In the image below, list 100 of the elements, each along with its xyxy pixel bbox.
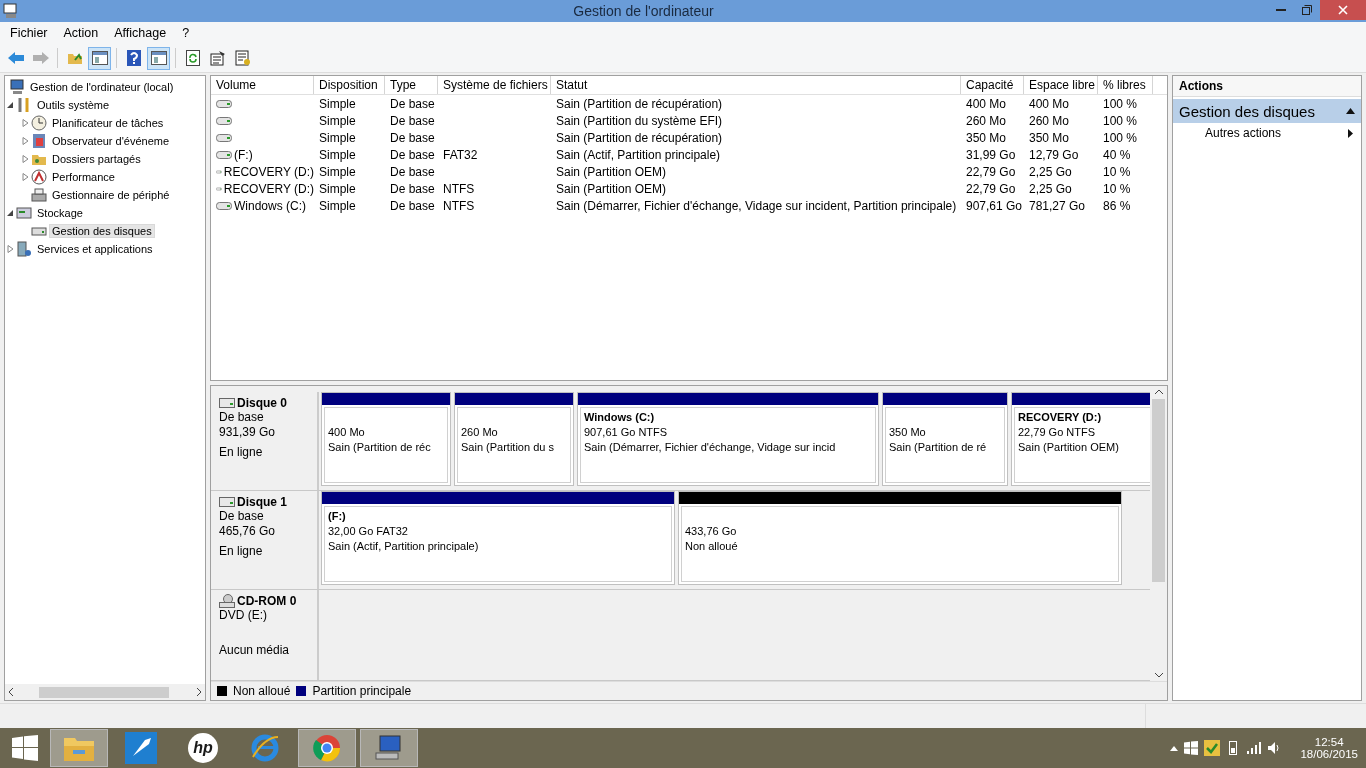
column-header[interactable]: Capacité [961, 76, 1024, 94]
partition-block[interactable]: 433,76 Go Non alloué [678, 491, 1122, 585]
drive-icon [219, 497, 235, 507]
menu-item[interactable]: Action [55, 24, 107, 42]
disk-status: En ligne [219, 445, 264, 460]
tree-item[interactable]: Stockage [34, 206, 86, 220]
partition-block[interactable]: 260 Mo Sain (Partition du s [454, 392, 574, 486]
partition-block[interactable]: 350 Mo Sain (Partition de ré [882, 392, 1008, 486]
table-cell: De base [390, 113, 435, 128]
menu-item[interactable]: ? [174, 24, 198, 42]
scrollbar-thumb[interactable] [39, 686, 169, 698]
toolbar-button[interactable] [147, 46, 170, 70]
tree-item[interactable]: Gestion des disques [49, 224, 155, 238]
horizontal-scrollbar[interactable] [5, 684, 205, 700]
computer-icon [3, 3, 19, 19]
tree-item[interactable]: Performance [49, 170, 118, 184]
table-cell: 22,79 Go [966, 181, 1016, 196]
toolbar-button[interactable] [88, 46, 111, 70]
clock[interactable]: 12:54 18/06/2015 [1300, 736, 1358, 760]
table-cell: NTFS [443, 198, 475, 213]
scrollbar-thumb[interactable] [1152, 399, 1165, 582]
folder-icon [66, 51, 83, 65]
partition-block[interactable]: RECOVERY (D:) 22,79 Go NTFS Sain (Partition OEM) [1011, 392, 1150, 486]
windows-icon[interactable] [1184, 741, 1199, 755]
expanded-arrow-icon[interactable] [7, 101, 14, 109]
table-cell: 100 % [1103, 96, 1138, 111]
collapsed-arrow-icon[interactable] [22, 137, 29, 145]
collapsed-arrow-icon[interactable] [22, 155, 29, 163]
table-cell: Simple [319, 130, 356, 145]
tree-item[interactable]: Outils système [34, 98, 113, 112]
disk-info: 931,39 Go [219, 425, 277, 440]
clock-icon [31, 115, 47, 131]
table-cell: Sain (Partition de récupération) [556, 96, 723, 111]
actions-section[interactable]: Gestion des disques [1173, 99, 1361, 123]
legend-swatch [217, 686, 227, 696]
legend-label: Non alloué [233, 684, 291, 698]
table-cell: 781,27 Go [1029, 198, 1086, 213]
tree-item[interactable]: Dossiers partagés [49, 152, 144, 166]
partition-status: Non alloué [685, 540, 739, 554]
taskbar-app[interactable] [298, 729, 356, 767]
back-arrow-icon [6, 51, 25, 65]
partition-block[interactable]: (F:) 32,00 Go FAT32 Sain (Actif, Partition principale) [321, 491, 675, 585]
scroll-down-icon[interactable] [1154, 672, 1163, 678]
table-cell: Sain (Actif, Partition principale) [556, 147, 721, 162]
shield-icon[interactable] [1204, 740, 1221, 756]
tree-item[interactable]: Services et applications [34, 242, 156, 256]
storage-icon [16, 205, 32, 221]
menu-item[interactable]: Affichage [106, 24, 175, 42]
menu-item[interactable]: Fichier [2, 24, 56, 42]
partition-status: Sain (Partition de réc [328, 441, 432, 455]
properties-icon [209, 50, 226, 66]
table-row[interactable]: Simple De base Sain (Partition de récupération) 400 Mo 400 Mo 100 % [211, 95, 1167, 112]
scroll-up-icon[interactable] [1154, 389, 1163, 395]
computer-icon [9, 79, 25, 95]
partition-block[interactable]: 400 Mo Sain (Partition de réc [321, 392, 451, 486]
drive-icon [216, 167, 222, 176]
column-header[interactable]: Volume [211, 76, 314, 94]
partition-size: 22,79 Go NTFS [1018, 426, 1097, 440]
printer-icon [31, 187, 47, 203]
table-row[interactable]: Windows (C:) Simple De base NTFS Sain (Démarrer, Fichier d'échange, Vidage sur incident, Partition principale) 907,61 Go 781,27 Go 86 % [211, 197, 1167, 214]
table-cell: 10 % [1103, 181, 1131, 196]
table-cell: 350 Mo [966, 130, 1007, 145]
action-item[interactable]: Autres actions [1173, 123, 1361, 143]
collapsed-arrow-icon[interactable] [22, 173, 29, 181]
export-list-icon [234, 50, 251, 66]
drive-icon [216, 184, 222, 193]
taskbar-app[interactable] [360, 729, 418, 767]
table-cell: 260 Mo [966, 113, 1007, 128]
tree-item[interactable]: Planificateur de tâches [49, 116, 167, 130]
column-header[interactable]: Type [385, 76, 438, 94]
column-header[interactable]: Statut [551, 76, 961, 94]
tools-icon [16, 97, 32, 113]
browser-ring-icon [313, 734, 341, 762]
collapsed-arrow-icon[interactable] [22, 119, 29, 127]
scroll-right-icon[interactable] [196, 688, 202, 696]
partition-size: 400 Mo [328, 426, 366, 440]
tree-item[interactable]: Gestion de l'ordinateur (local) [27, 80, 177, 94]
expanded-arrow-icon[interactable] [7, 209, 14, 217]
tree-item[interactable]: Gestionnaire de périphé [49, 188, 173, 202]
tree-item[interactable]: Observateur d'événeme [49, 134, 173, 148]
caret-up-icon[interactable] [1170, 745, 1179, 751]
table-row[interactable]: RECOVERY (D:) Simple De base Sain (Partition OEM) 22,79 Go 2,25 Go 10 % [211, 163, 1167, 180]
collapsed-arrow-icon[interactable] [7, 245, 14, 253]
table-row[interactable]: Simple De base Sain (Partition de récupération) 350 Mo 350 Mo 100 % [211, 129, 1167, 146]
table-row[interactable]: (F:) Simple De base FAT32 Sain (Actif, Partition principale) 31,99 Go 12,79 Go 40 % [211, 146, 1167, 163]
table-row[interactable]: Simple De base Sain (Partition du système EFI) 260 Mo 260 Mo 100 % [211, 112, 1167, 129]
table-cell: De base [390, 181, 435, 196]
column-header[interactable]: % libres [1098, 76, 1153, 94]
scroll-left-icon[interactable] [8, 688, 14, 696]
close-button[interactable] [1320, 0, 1366, 20]
table-cell: 31,99 Go [966, 147, 1016, 162]
submenu-caret-icon [1348, 128, 1353, 138]
partition-block[interactable]: Windows (C:) 907,61 Go NTFS Sain (Démarrer, Fichier d'échange, Vidage sur incid [577, 392, 879, 486]
signal-icon[interactable] [1246, 742, 1263, 754]
taskbar-app[interactable]: hp [174, 729, 232, 767]
column-header[interactable]: Système de fichiers [438, 76, 551, 94]
column-header[interactable]: Disposition [314, 76, 385, 94]
table-row[interactable]: RECOVERY (D:) Simple De base NTFS Sain (Partition OEM) 22,79 Go 2,25 Go 10 % [211, 180, 1167, 197]
column-header[interactable]: Espace libre [1024, 76, 1098, 94]
drive-icon [216, 99, 232, 108]
